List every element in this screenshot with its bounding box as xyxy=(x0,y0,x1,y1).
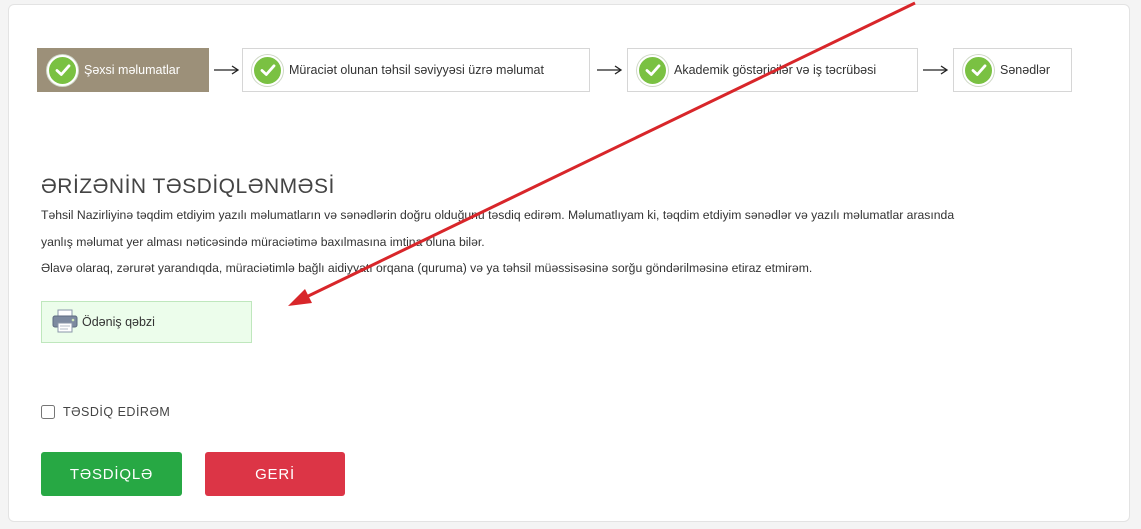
printer-icon xyxy=(51,308,79,337)
confirm-checkbox-row[interactable]: TƏSDİQ EDİRƏM xyxy=(41,405,170,419)
step-documents[interactable]: Sənədlər xyxy=(953,48,1072,92)
arrow-right-icon xyxy=(597,65,623,75)
check-circle-icon xyxy=(47,54,78,86)
step-personal-info[interactable]: Şəxsi məlumatlar xyxy=(37,48,209,92)
confirm-label: TƏSDİQ EDİRƏM xyxy=(63,405,171,419)
step-label: Şəxsi məlumatlar xyxy=(84,63,180,77)
check-circle-icon xyxy=(252,54,283,86)
declaration-text-line-2: yanlış məlumat yer alması nəticəsində mü… xyxy=(41,235,485,249)
check-circle-icon xyxy=(963,54,994,86)
receipt-label: Ödəniş qəbzi xyxy=(82,315,155,329)
arrow-right-icon xyxy=(214,65,240,75)
step-label: Akademik göstəricilər və iş təcrübəsi xyxy=(674,63,877,77)
step-label: Sənədlər xyxy=(1000,63,1051,77)
confirm-checkbox[interactable] xyxy=(41,405,55,419)
step-education-level[interactable]: Müraciət olunan təhsil səviyyəsi üzrə mə… xyxy=(242,48,590,92)
arrow-right-icon xyxy=(923,65,949,75)
step-academic-experience[interactable]: Akademik göstəricilər və iş təcrübəsi xyxy=(627,48,918,92)
payment-receipt-link[interactable]: Ödəniş qəbzi xyxy=(41,301,252,343)
check-circle-icon xyxy=(637,54,668,86)
submit-button[interactable]: TƏSDİQLƏ xyxy=(41,452,182,496)
step-label: Müraciət olunan təhsil səviyyəsi üzrə mə… xyxy=(289,63,544,77)
page-title: ƏRİZƏNİN TƏSDİQLƏNMƏSİ xyxy=(41,175,335,198)
declaration-text-line-3: Əlavə olaraq, zərurət yarandıqda, müraci… xyxy=(41,261,813,275)
declaration-text-line-1: Təhsil Nazirliyinə təqdim etdiyim yazılı… xyxy=(41,208,955,222)
back-button[interactable]: GERİ xyxy=(205,452,345,496)
